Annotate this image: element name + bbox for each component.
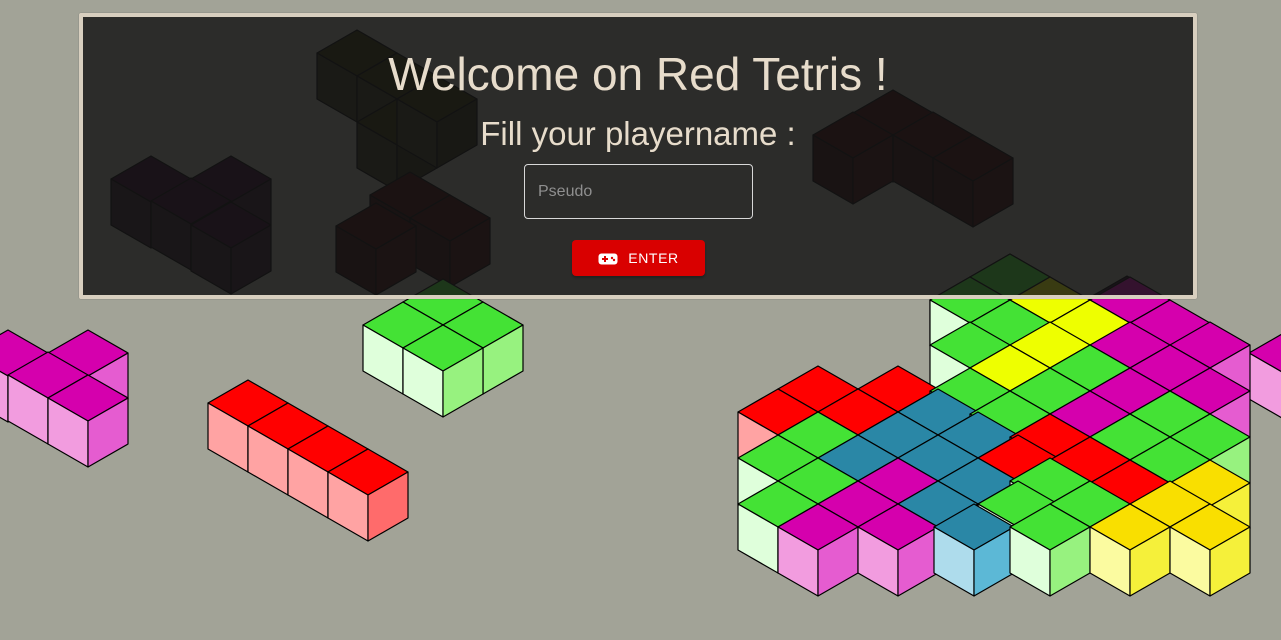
enter-button[interactable]: ENTER [572,240,705,276]
welcome-title: Welcome on Red Tetris ! [388,48,888,100]
welcome-panel-content: Welcome on Red Tetris ! Fill your player… [79,13,1197,299]
playername-prompt: Fill your playername : [480,115,796,152]
gamepad-icon [598,252,618,265]
enter-button-label: ENTER [628,250,679,266]
background-cubes [0,253,1281,597]
pseudo-input[interactable] [524,164,753,219]
